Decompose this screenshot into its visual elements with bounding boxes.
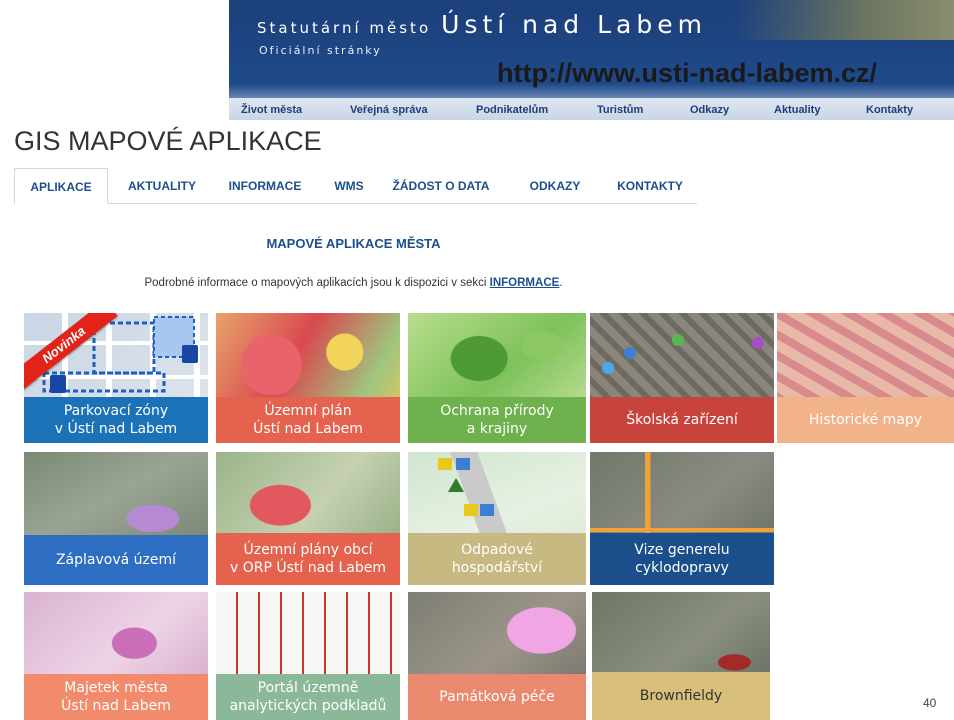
tile-label-line2: hospodářství [451, 560, 543, 576]
tile-label-line1: Majetek města [64, 680, 168, 696]
tile-zaplavova-uzemi[interactable]: Záplavová území [24, 452, 208, 585]
tile-parkovaci-zony[interactable]: Novinka Parkovací zóny v Ústí nad Labem [24, 313, 208, 443]
tile-ochrana-prirody[interactable]: Ochrana přírody a krajiny [408, 313, 586, 443]
tile-label-line1: Portál územně [257, 680, 359, 696]
tab-aktuality[interactable]: AKTUALITY [118, 168, 206, 204]
tile-label: Parkovací zóny v Ústí nad Labem [24, 397, 208, 443]
tile-odpadove-hospodarstvi[interactable]: Odpadové hospodářství [408, 452, 586, 585]
section-heading: MAPOVÉ APLIKACE MĚSTA [266, 236, 441, 251]
menu-item-aktuality[interactable]: Aktuality [774, 104, 820, 116]
tile-label-line2: Ústí nad Labem [61, 698, 171, 714]
tile-label-line2: v Ústí nad Labem [54, 421, 178, 437]
tile-label: Územní plán Ústí nad Labem [216, 397, 400, 443]
tile-label-line1: Odpadové [461, 542, 533, 558]
tile-label: Historické mapy [777, 397, 954, 443]
tab-kontakty[interactable]: KONTAKTY [608, 168, 692, 204]
tile-label: Ochrana přírody a krajiny [408, 397, 586, 443]
info-text-body: Podrobné informace o mapových aplikacích… [144, 277, 490, 289]
tile-label-line1: Územní plány obcí [243, 542, 373, 558]
menu-item-odkazy[interactable]: Odkazy [690, 104, 729, 116]
banner-title: Statutární město Ústí nad Labem [257, 10, 707, 39]
tab-wms[interactable]: WMS [328, 168, 370, 204]
tile-label: Školská zařízení [590, 397, 774, 443]
tile-label-line1: Parkovací zóny [63, 403, 169, 419]
tile-label-line1: Brownfieldy [639, 688, 723, 704]
page-title: GIS MAPOVÉ APLIKACE [14, 126, 322, 156]
gis-section: GIS MAPOVÉ APLIKACE APLIKACE AKTUALITY I… [10, 120, 697, 298]
menu-item-turistum[interactable]: Turistům [597, 104, 643, 116]
tile-label-line1: Územní plán [264, 403, 352, 419]
banner-title-big: Ústí nad Labem [441, 10, 707, 39]
tile-majetek-mesta[interactable]: Majetek města Ústí nad Labem [24, 592, 208, 720]
info-text-end: . [559, 277, 563, 289]
tile-label: Majetek města Ústí nad Labem [24, 674, 208, 720]
tile-label-line2: analytických podkladů [229, 698, 387, 714]
tile-label: Vize generelu cyklodopravy [590, 533, 774, 585]
banner-title-small: Statutární město [257, 19, 432, 37]
page-number: 40 [923, 696, 937, 710]
tab-informace[interactable]: INFORMACE [220, 168, 310, 204]
tile-label-line1: Památková péče [439, 689, 555, 705]
tile-label-line1: Historické mapy [808, 412, 923, 428]
informace-link[interactable]: INFORMACE [490, 277, 560, 289]
banner-photo [734, 0, 954, 40]
tile-uzemni-plany-obci[interactable]: Územní plány obcí v ORP Ústí nad Labem [216, 452, 400, 585]
menu-item-podnikatelum[interactable]: Podnikatelům [476, 104, 548, 116]
tile-pamatkova-pece[interactable]: Památková péče [408, 592, 586, 720]
tile-label-line2: cyklodopravy [635, 560, 729, 576]
tab-aplikace[interactable]: APLIKACE [14, 168, 108, 204]
banner-url[interactable]: http://www.usti-nad-labem.cz/ [497, 58, 877, 89]
banner-menu: Život města Veřejná správa Podnikatelům … [229, 98, 954, 120]
tile-label-line1: Vize generelu [634, 542, 730, 558]
tile-label: Územní plány obcí v ORP Ústí nad Labem [216, 533, 400, 585]
city-banner: Statutární město Ústí nad Labem Oficiální… [229, 0, 954, 120]
tile-label: Portál územně analytických podkladů [216, 674, 400, 720]
tab-zadost-o-data[interactable]: ŽÁDOST O DATA [388, 168, 494, 204]
menu-item-verejna-sprava[interactable]: Veřejná správa [350, 104, 428, 116]
tile-historicke-mapy[interactable]: Historické mapy [777, 313, 954, 443]
tile-label: Záplavová území [24, 535, 208, 585]
tile-label-line1: Záplavová území [55, 552, 177, 568]
tile-label-line1: Ochrana přírody [440, 403, 554, 419]
tile-vize-cyklodopravy[interactable]: Vize generelu cyklodopravy [590, 452, 774, 585]
tile-label-line2: a krajiny [466, 421, 528, 437]
tile-label-line1: Školská zařízení [626, 412, 738, 428]
tile-label-line2: Ústí nad Labem [253, 421, 363, 437]
school-markers [602, 334, 764, 374]
tile-label: Památková péče [408, 674, 586, 720]
waste-container-icons [438, 458, 494, 516]
tile-portal-uap[interactable]: Portál územně analytických podkladů [216, 592, 400, 720]
menu-item-kontakty[interactable]: Kontakty [866, 104, 913, 116]
tile-label: Brownfieldy [592, 672, 770, 720]
info-text: Podrobné informace o mapových aplikacích… [10, 277, 697, 289]
tile-uzemni-plan[interactable]: Územní plán Ústí nad Labem [216, 313, 400, 443]
tab-odkazy[interactable]: ODKAZY [520, 168, 590, 204]
tile-label: Odpadové hospodářství [408, 533, 586, 585]
tab-bar: APLIKACE AKTUALITY INFORMACE WMS ŽÁDOST … [14, 168, 697, 204]
menu-item-zivot-mesta[interactable]: Život města [241, 104, 302, 116]
tile-brownfieldy[interactable]: Brownfieldy [592, 592, 770, 720]
banner-subtitle: Oficiální stránky [259, 44, 382, 57]
tile-skolska-zarizeni[interactable]: Školská zařízení [590, 313, 774, 443]
tile-label-line2: v ORP Ústí nad Labem [229, 560, 387, 576]
